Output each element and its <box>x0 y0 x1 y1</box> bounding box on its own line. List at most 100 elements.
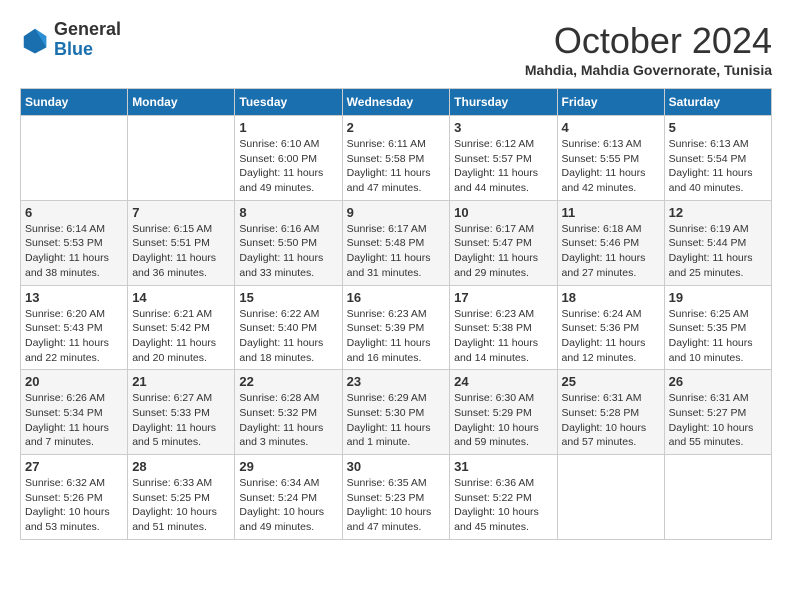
calendar-body: 1Sunrise: 6:10 AM Sunset: 6:00 PM Daylig… <box>21 116 772 540</box>
calendar-cell: 13Sunrise: 6:20 AM Sunset: 5:43 PM Dayli… <box>21 285 128 370</box>
logo-icon <box>20 25 50 55</box>
day-number: 19 <box>669 290 767 305</box>
day-info: Sunrise: 6:13 AM Sunset: 5:54 PM Dayligh… <box>669 137 767 196</box>
month-title: October 2024 <box>525 20 772 62</box>
weekday-header-tuesday: Tuesday <box>235 89 342 116</box>
day-info: Sunrise: 6:17 AM Sunset: 5:48 PM Dayligh… <box>347 222 446 281</box>
calendar-table: SundayMondayTuesdayWednesdayThursdayFrid… <box>20 88 772 540</box>
calendar-cell: 16 Sunrise: 6:23 AM Sunset: 5:39 PM Dayli… <box>342 285 450 370</box>
day-number: 14 <box>132 290 230 305</box>
day-info: Sunrise: 6:24 AM Sunset: 5:36 PM Dayligh… <box>562 307 660 366</box>
weekday-header-friday: Friday <box>557 89 664 116</box>
calendar-cell: 2 Sunrise: 6:11 AM Sunset: 5:58 PM Daylig… <box>342 116 450 201</box>
calendar-cell: 29 Sunrise: 6:34 AM Sunset: 5:24 PM Dayli… <box>235 455 342 540</box>
day-number: 26 <box>669 374 767 389</box>
day-info: Sunrise: 6:23 AM Sunset: 5:39 PM Dayligh… <box>347 307 446 366</box>
calendar-cell: 23 Sunrise: 6:29 AM Sunset: 5:30 PM Dayli… <box>342 370 450 455</box>
calendar-cell: 12 Sunrise: 6:19 AM Sunset: 5:44 PM Dayli… <box>664 200 771 285</box>
day-number: 10 <box>454 205 552 220</box>
logo-text: General Blue <box>54 20 121 60</box>
day-number: 15 <box>239 290 337 305</box>
day-info: Sunrise: 6:12 AM Sunset: 5:57 PM Dayligh… <box>454 137 552 196</box>
day-info: Sunrise: 6:17 AM Sunset: 5:47 PM Dayligh… <box>454 222 552 281</box>
day-info: Sunrise: 6:35 AM Sunset: 5:23 PM Dayligh… <box>347 476 446 535</box>
day-info: Sunrise: 6:19 AM Sunset: 5:44 PM Dayligh… <box>669 222 767 281</box>
day-info: Sunrise: 6:18 AM Sunset: 5:46 PM Dayligh… <box>562 222 660 281</box>
day-info: Sunrise: 6:26 AM Sunset: 5:34 PM Dayligh… <box>25 391 123 450</box>
day-number: 1 <box>239 120 337 135</box>
day-number: 24 <box>454 374 552 389</box>
calendar-header: SundayMondayTuesdayWednesdayThursdayFrid… <box>21 89 772 116</box>
calendar-cell: 26 Sunrise: 6:31 AM Sunset: 5:27 PM Dayli… <box>664 370 771 455</box>
day-info: Sunrise: 6:23 AM Sunset: 5:38 PM Dayligh… <box>454 307 552 366</box>
day-number: 22 <box>239 374 337 389</box>
day-info: Sunrise: 6:29 AM Sunset: 5:30 PM Dayligh… <box>347 391 446 450</box>
day-number: 28 <box>132 459 230 474</box>
day-info: Sunrise: 6:28 AM Sunset: 5:32 PM Dayligh… <box>239 391 337 450</box>
day-number: 6 <box>25 205 123 220</box>
day-number: 21 <box>132 374 230 389</box>
calendar-cell: 8 Sunrise: 6:16 AM Sunset: 5:50 PM Daylig… <box>235 200 342 285</box>
title-block: October 2024 Mahdia, Mahdia Governorate,… <box>525 20 772 78</box>
day-number: 4 <box>562 120 660 135</box>
calendar-cell: 9 Sunrise: 6:17 AM Sunset: 5:48 PM Daylig… <box>342 200 450 285</box>
logo: General Blue <box>20 20 121 60</box>
calendar-cell <box>128 116 235 201</box>
calendar-cell <box>21 116 128 201</box>
page-header: General Blue October 2024 Mahdia, Mahdia… <box>20 20 772 78</box>
day-number: 11 <box>562 205 660 220</box>
logo-blue: Blue <box>54 40 121 60</box>
day-number: 3 <box>454 120 552 135</box>
calendar-week-2: 6 Sunrise: 6:14 AM Sunset: 5:53 PM Daylig… <box>21 200 772 285</box>
day-info: Sunrise: 6:21 AM Sunset: 5:42 PM Dayligh… <box>132 307 230 366</box>
day-number: 27 <box>25 459 123 474</box>
day-info: Sunrise: 6:30 AM Sunset: 5:29 PM Dayligh… <box>454 391 552 450</box>
logo-general: General <box>54 20 121 40</box>
day-number: 20 <box>25 374 123 389</box>
weekday-header-monday: Monday <box>128 89 235 116</box>
day-number: 30 <box>347 459 446 474</box>
calendar-cell <box>557 455 664 540</box>
day-info: Sunrise: 6:25 AM Sunset: 5:35 PM Dayligh… <box>669 307 767 366</box>
calendar-cell: 5 Sunrise: 6:13 AM Sunset: 5:54 PM Daylig… <box>664 116 771 201</box>
day-info: Sunrise: 6:14 AM Sunset: 5:53 PM Dayligh… <box>25 222 123 281</box>
weekday-header-wednesday: Wednesday <box>342 89 450 116</box>
day-info: Sunrise: 6:31 AM Sunset: 5:27 PM Dayligh… <box>669 391 767 450</box>
day-info: Sunrise: 6:11 AM Sunset: 5:58 PM Dayligh… <box>347 137 446 196</box>
day-number: 5 <box>669 120 767 135</box>
day-number: 23 <box>347 374 446 389</box>
calendar-week-1: 1Sunrise: 6:10 AM Sunset: 6:00 PM Daylig… <box>21 116 772 201</box>
day-info: Sunrise: 6:32 AM Sunset: 5:26 PM Dayligh… <box>25 476 123 535</box>
day-number: 7 <box>132 205 230 220</box>
calendar-cell: 28 Sunrise: 6:33 AM Sunset: 5:25 PM Dayli… <box>128 455 235 540</box>
day-number: 16 <box>347 290 446 305</box>
day-number: 8 <box>239 205 337 220</box>
weekday-header-saturday: Saturday <box>664 89 771 116</box>
calendar-cell: 21Sunrise: 6:27 AM Sunset: 5:33 PM Dayli… <box>128 370 235 455</box>
weekday-header-thursday: Thursday <box>450 89 557 116</box>
day-number: 31 <box>454 459 552 474</box>
calendar-cell: 15Sunrise: 6:22 AM Sunset: 5:40 PM Dayli… <box>235 285 342 370</box>
day-info: Sunrise: 6:31 AM Sunset: 5:28 PM Dayligh… <box>562 391 660 450</box>
day-number: 12 <box>669 205 767 220</box>
day-info: Sunrise: 6:36 AM Sunset: 5:22 PM Dayligh… <box>454 476 552 535</box>
calendar-cell: 17Sunrise: 6:23 AM Sunset: 5:38 PM Dayli… <box>450 285 557 370</box>
weekday-header-sunday: Sunday <box>21 89 128 116</box>
calendar-cell: 19 Sunrise: 6:25 AM Sunset: 5:35 PM Dayli… <box>664 285 771 370</box>
day-number: 2 <box>347 120 446 135</box>
calendar-cell: 31 Sunrise: 6:36 AM Sunset: 5:22 PM Dayli… <box>450 455 557 540</box>
day-number: 13 <box>25 290 123 305</box>
calendar-week-5: 27 Sunrise: 6:32 AM Sunset: 5:26 PM Dayli… <box>21 455 772 540</box>
day-info: Sunrise: 6:16 AM Sunset: 5:50 PM Dayligh… <box>239 222 337 281</box>
calendar-cell: 10 Sunrise: 6:17 AM Sunset: 5:47 PM Dayli… <box>450 200 557 285</box>
day-info: Sunrise: 6:33 AM Sunset: 5:25 PM Dayligh… <box>132 476 230 535</box>
calendar-cell: 4Sunrise: 6:13 AM Sunset: 5:55 PM Daylig… <box>557 116 664 201</box>
calendar-cell: 7Sunrise: 6:15 AM Sunset: 5:51 PM Daylig… <box>128 200 235 285</box>
calendar-week-4: 20 Sunrise: 6:26 AM Sunset: 5:34 PM Dayli… <box>21 370 772 455</box>
calendar-cell: 6 Sunrise: 6:14 AM Sunset: 5:53 PM Daylig… <box>21 200 128 285</box>
day-number: 18 <box>562 290 660 305</box>
day-info: Sunrise: 6:34 AM Sunset: 5:24 PM Dayligh… <box>239 476 337 535</box>
day-number: 9 <box>347 205 446 220</box>
calendar-cell: 30 Sunrise: 6:35 AM Sunset: 5:23 PM Dayli… <box>342 455 450 540</box>
day-number: 29 <box>239 459 337 474</box>
